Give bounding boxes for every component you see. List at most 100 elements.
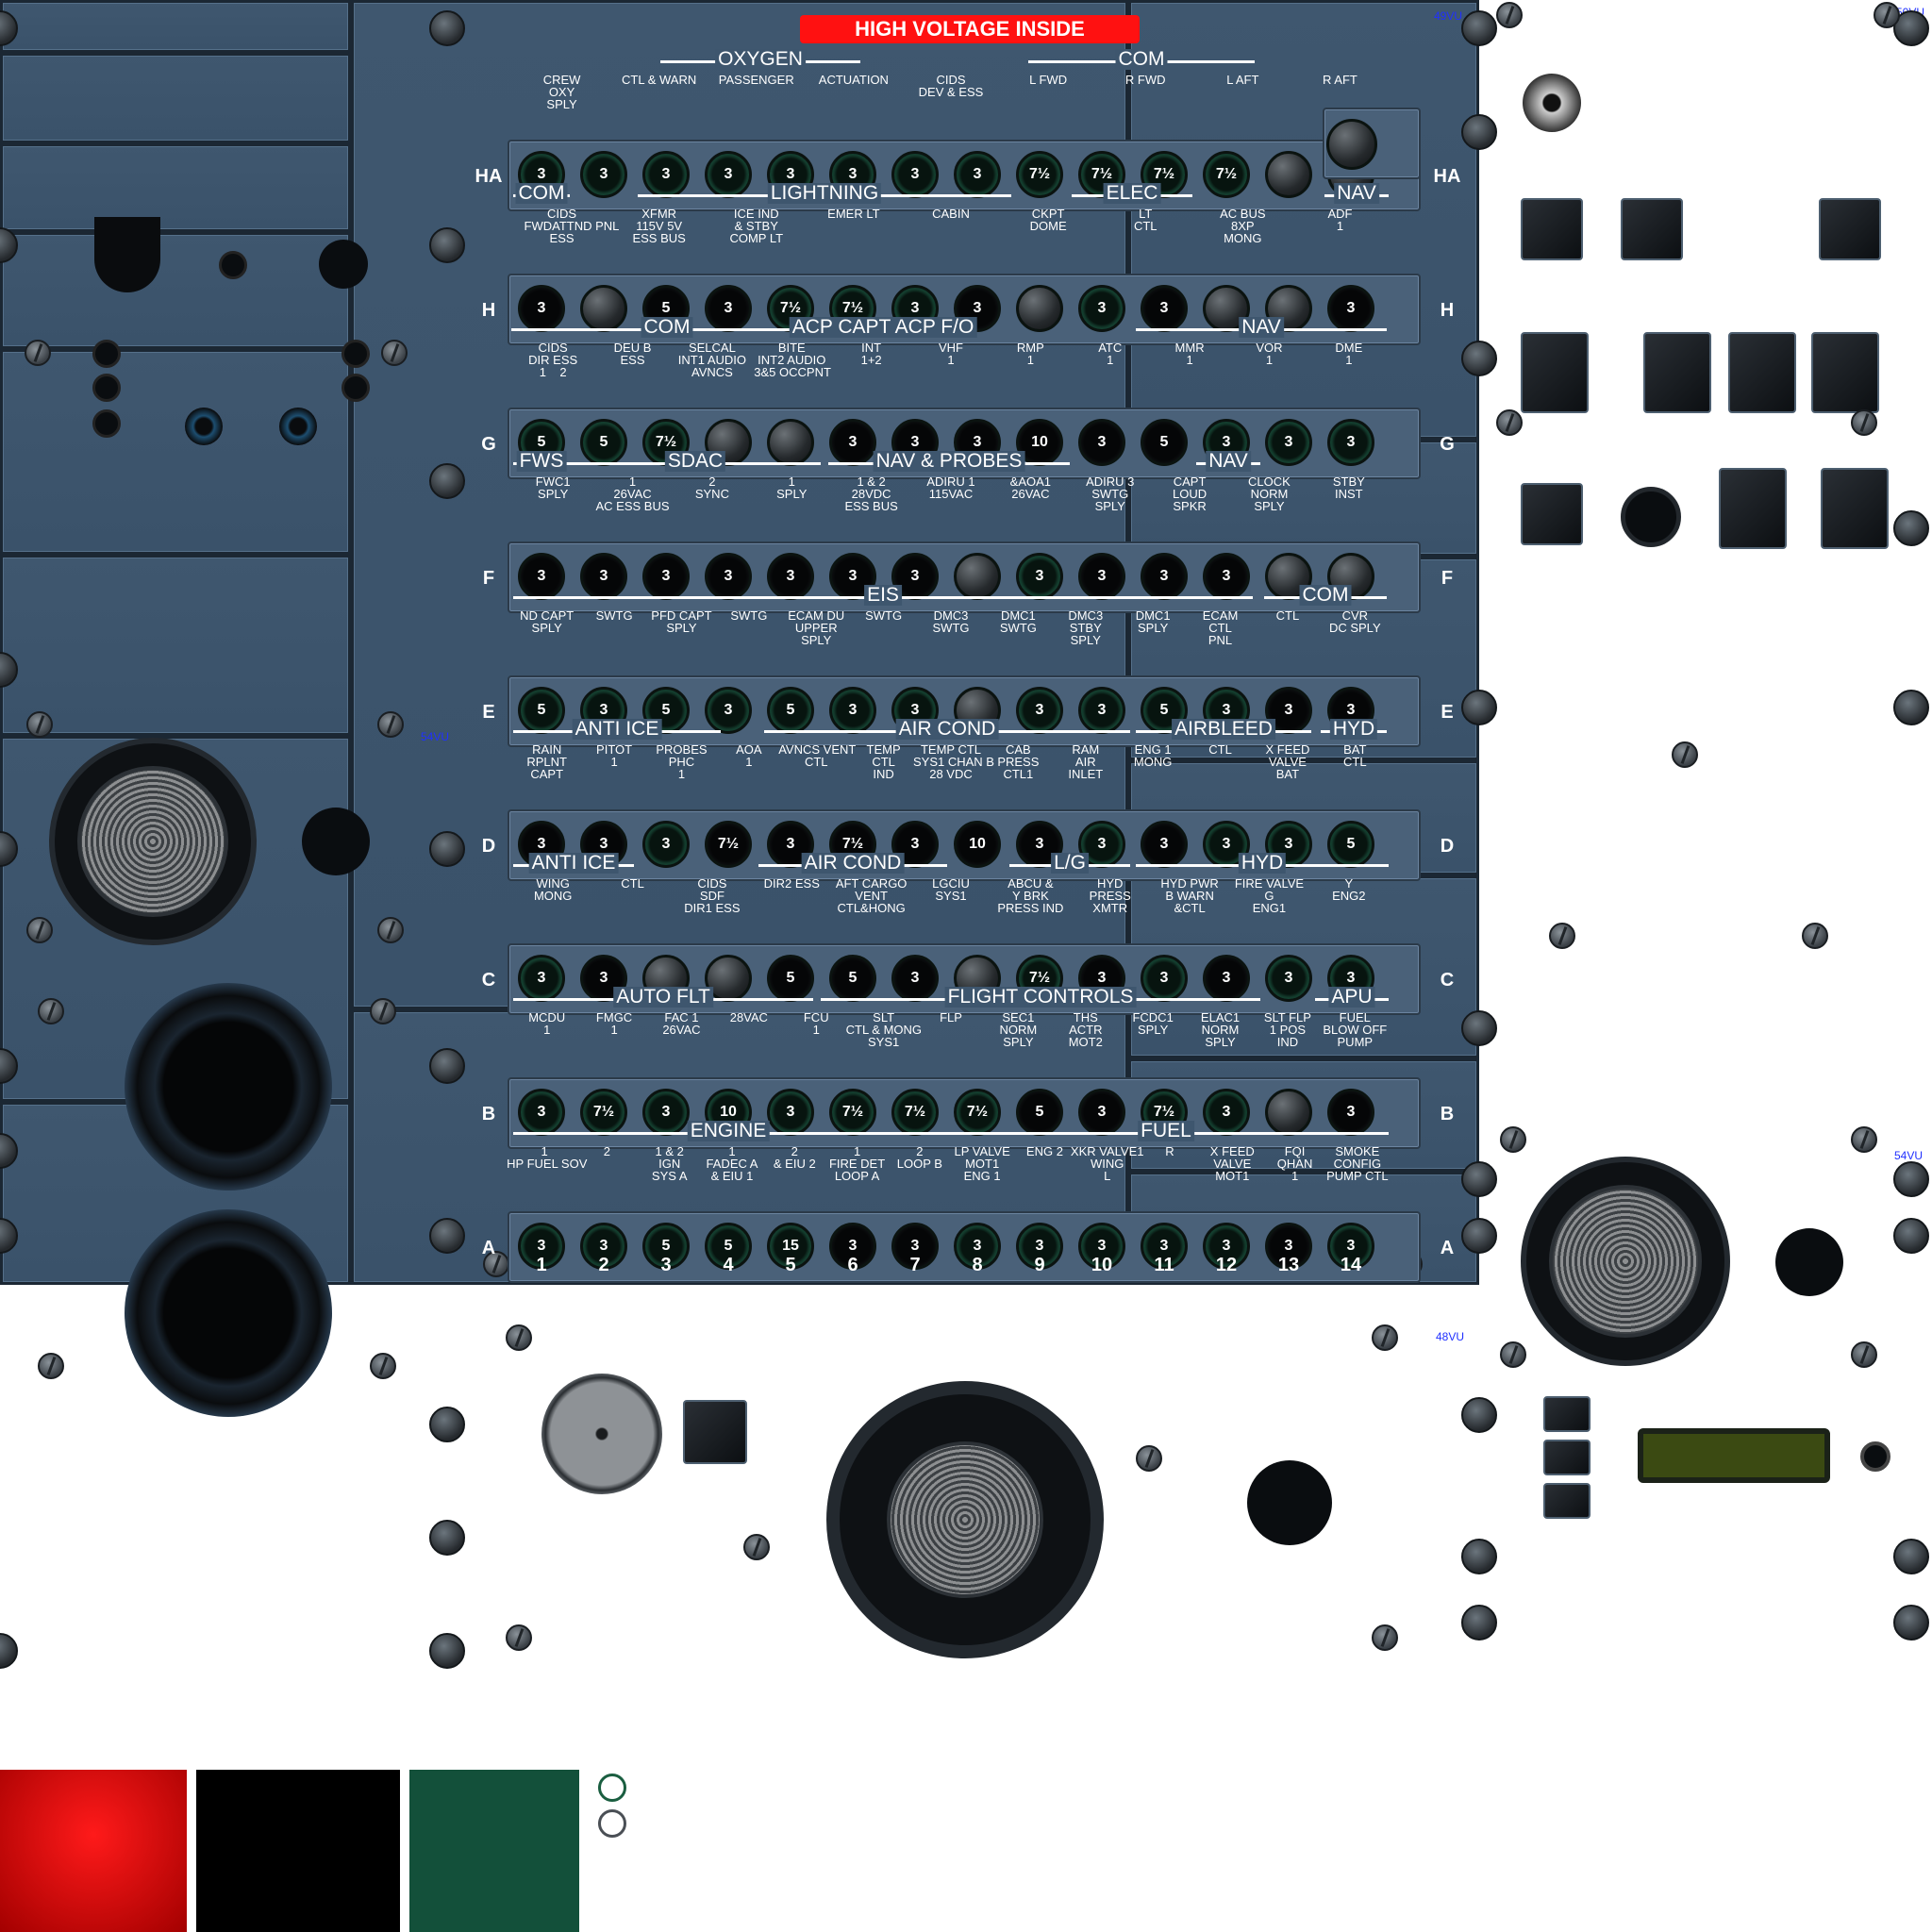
circuit-breaker-c-6[interactable]: 5 (829, 955, 876, 1002)
knob-small-icon[interactable] (219, 251, 247, 279)
circuit-breaker-c-5[interactable]: 5 (767, 955, 814, 1002)
guarded-switch-5[interactable] (1719, 468, 1787, 549)
circuit-breaker-f-10[interactable]: 3 (1078, 553, 1125, 600)
circuit-breaker-f-4[interactable]: 3 (705, 553, 752, 600)
circuit-breaker-f-12[interactable]: 3 (1203, 553, 1250, 600)
group-title-acp-capt-acp-f-o: ACP CAPT ACP F/O (789, 317, 977, 338)
circuit-breaker-b-9[interactable]: 5 (1016, 1089, 1063, 1136)
guarded-switch-6[interactable] (1821, 468, 1889, 549)
circuit-breaker-e-4[interactable]: 3 (705, 687, 752, 734)
switch-3[interactable] (1819, 198, 1881, 260)
spare-knob-icon[interactable] (1326, 119, 1377, 170)
circuit-breaker-g-11[interactable]: 5 (1141, 419, 1188, 466)
circuit-breaker-e-10[interactable]: 3 (1078, 687, 1125, 734)
circuit-breaker-b-10[interactable]: 3 (1078, 1089, 1125, 1136)
circuit-breaker-ha-8[interactable]: 3 (954, 151, 1001, 198)
jack-1-icon[interactable] (185, 408, 223, 445)
circuit-breaker-b-8[interactable]: 7½ (954, 1089, 1001, 1136)
circuit-breaker-g-6[interactable]: 3 (829, 419, 876, 466)
column-number: 5 (785, 1255, 796, 1275)
button-2[interactable] (1543, 1440, 1591, 1475)
screw-icon (1851, 1126, 1877, 1153)
circuit-breaker-d-8[interactable]: 10 (954, 821, 1001, 868)
circuit-breaker-b-1[interactable]: 3 (518, 1089, 565, 1136)
circuit-breaker-h-14[interactable]: 3 (1327, 285, 1374, 332)
circuit-breaker-g-2[interactable]: 5 (580, 419, 627, 466)
switch-2[interactable] (1621, 198, 1683, 260)
breaker-label: HYD PWR B WARN &CTL (1160, 876, 1219, 915)
column-number: 6 (847, 1255, 858, 1275)
circuit-breaker-f-11[interactable]: 3 (1141, 553, 1188, 600)
left-panel-1 (0, 0, 351, 53)
row-label-left: E (482, 702, 495, 723)
circuit-breaker-h-11[interactable]: 3 (1141, 285, 1188, 332)
circuit-breaker-ha-9[interactable]: 7½ (1016, 151, 1063, 198)
circuit-breaker-b-2[interactable]: 7½ (580, 1089, 627, 1136)
circuit-breaker-g-14[interactable]: 3 (1327, 419, 1374, 466)
switch-1[interactable] (1521, 198, 1583, 260)
breaker-label: L AFT (1226, 73, 1259, 87)
circuit-breaker-ha-3[interactable]: 3 (642, 151, 690, 198)
led-4-icon (341, 340, 370, 368)
guarded-switch-4[interactable] (1811, 332, 1879, 413)
guarded-switch-1[interactable] (1521, 332, 1589, 413)
circuit-breaker-ha-2[interactable]: 3 (580, 151, 627, 198)
circuit-breaker-ha-13[interactable] (1265, 151, 1312, 198)
circuit-breaker-b-5[interactable]: 3 (767, 1089, 814, 1136)
round-knob-icon[interactable] (1621, 487, 1681, 547)
circuit-breaker-c-7[interactable]: 3 (891, 955, 939, 1002)
circuit-breaker-c-11[interactable]: 3 (1141, 955, 1188, 1002)
small-knob-icon[interactable] (1860, 1441, 1890, 1472)
mount-point-icon (1893, 1161, 1929, 1197)
circuit-breaker-e-9[interactable]: 3 (1016, 687, 1063, 734)
circuit-breaker-ha-4[interactable]: 3 (705, 151, 752, 198)
circuit-breaker-d-14[interactable]: 5 (1327, 821, 1374, 868)
circuit-breaker-e-6[interactable]: 3 (829, 687, 876, 734)
column-number: 8 (972, 1255, 983, 1275)
circuit-breaker-h-1[interactable]: 3 (518, 285, 565, 332)
circuit-breaker-c-13[interactable]: 3 (1265, 955, 1312, 1002)
circuit-breaker-b-7[interactable]: 7½ (891, 1089, 939, 1136)
breaker-label: ATC 1 (1098, 341, 1123, 367)
circuit-breaker-d-11[interactable]: 3 (1141, 821, 1188, 868)
circuit-breaker-h-9[interactable] (1016, 285, 1063, 332)
button-1[interactable] (1543, 1396, 1591, 1432)
circuit-breaker-b-12[interactable]: 3 (1203, 1089, 1250, 1136)
circuit-breaker-h-4[interactable]: 3 (705, 285, 752, 332)
circuit-breaker-e-1[interactable]: 5 (518, 687, 565, 734)
circuit-breaker-f-2[interactable]: 3 (580, 553, 627, 600)
circuit-breaker-f-3[interactable]: 3 (642, 553, 690, 600)
circuit-breaker-f-1[interactable]: 3 (518, 553, 565, 600)
circuit-breaker-f-9[interactable]: 3 (1016, 553, 1063, 600)
jack-2-icon[interactable] (279, 408, 317, 445)
circuit-breaker-b-13[interactable] (1265, 1089, 1312, 1136)
circuit-breaker-e-5[interactable]: 5 (767, 687, 814, 734)
circuit-breaker-b-3[interactable]: 3 (642, 1089, 690, 1136)
breaker-label: THS ACTR MOT2 (1068, 1010, 1103, 1049)
button-3[interactable] (1543, 1483, 1591, 1519)
switch-4[interactable] (1521, 483, 1583, 545)
square-button[interactable] (683, 1400, 747, 1464)
circuit-breaker-b-14[interactable]: 3 (1327, 1089, 1374, 1136)
circuit-breaker-c-1[interactable]: 3 (518, 955, 565, 1002)
circuit-breaker-f-5[interactable]: 3 (767, 553, 814, 600)
breaker-label: R AFT (1323, 73, 1357, 87)
circuit-breaker-b-6[interactable]: 7½ (829, 1089, 876, 1136)
circuit-breaker-d-3[interactable]: 3 (642, 821, 690, 868)
circuit-breaker-ha-12[interactable]: 7½ (1203, 151, 1250, 198)
circuit-breaker-g-5[interactable] (767, 419, 814, 466)
circuit-breaker-f-8[interactable] (954, 553, 1001, 600)
group-title-elec: ELEC (1103, 183, 1161, 204)
guarded-switch-2[interactable] (1643, 332, 1711, 413)
circuit-breaker-c-12[interactable]: 3 (1203, 955, 1250, 1002)
circuit-breaker-g-10[interactable]: 3 (1078, 419, 1125, 466)
breaker-label: DMC1 SPLY (1135, 608, 1171, 635)
guarded-switch-3[interactable] (1728, 332, 1796, 413)
circuit-breaker-d-4[interactable]: 7½ (705, 821, 752, 868)
circuit-breaker-ha-7[interactable]: 3 (891, 151, 939, 198)
circuit-breaker-g-13[interactable]: 3 (1265, 419, 1312, 466)
circuit-breaker-h-10[interactable]: 3 (1078, 285, 1125, 332)
column-number: 13 (1277, 1255, 1300, 1275)
legend-black-swatch (196, 1770, 400, 1932)
circuit-breaker-h-2[interactable] (580, 285, 627, 332)
